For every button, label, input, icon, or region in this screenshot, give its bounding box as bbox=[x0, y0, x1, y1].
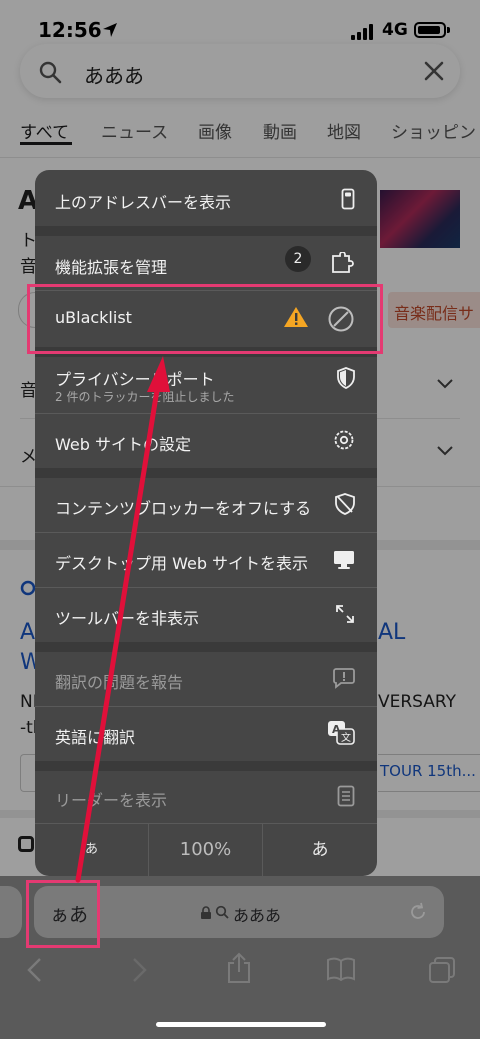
annotation-arrow bbox=[75, 356, 170, 883]
